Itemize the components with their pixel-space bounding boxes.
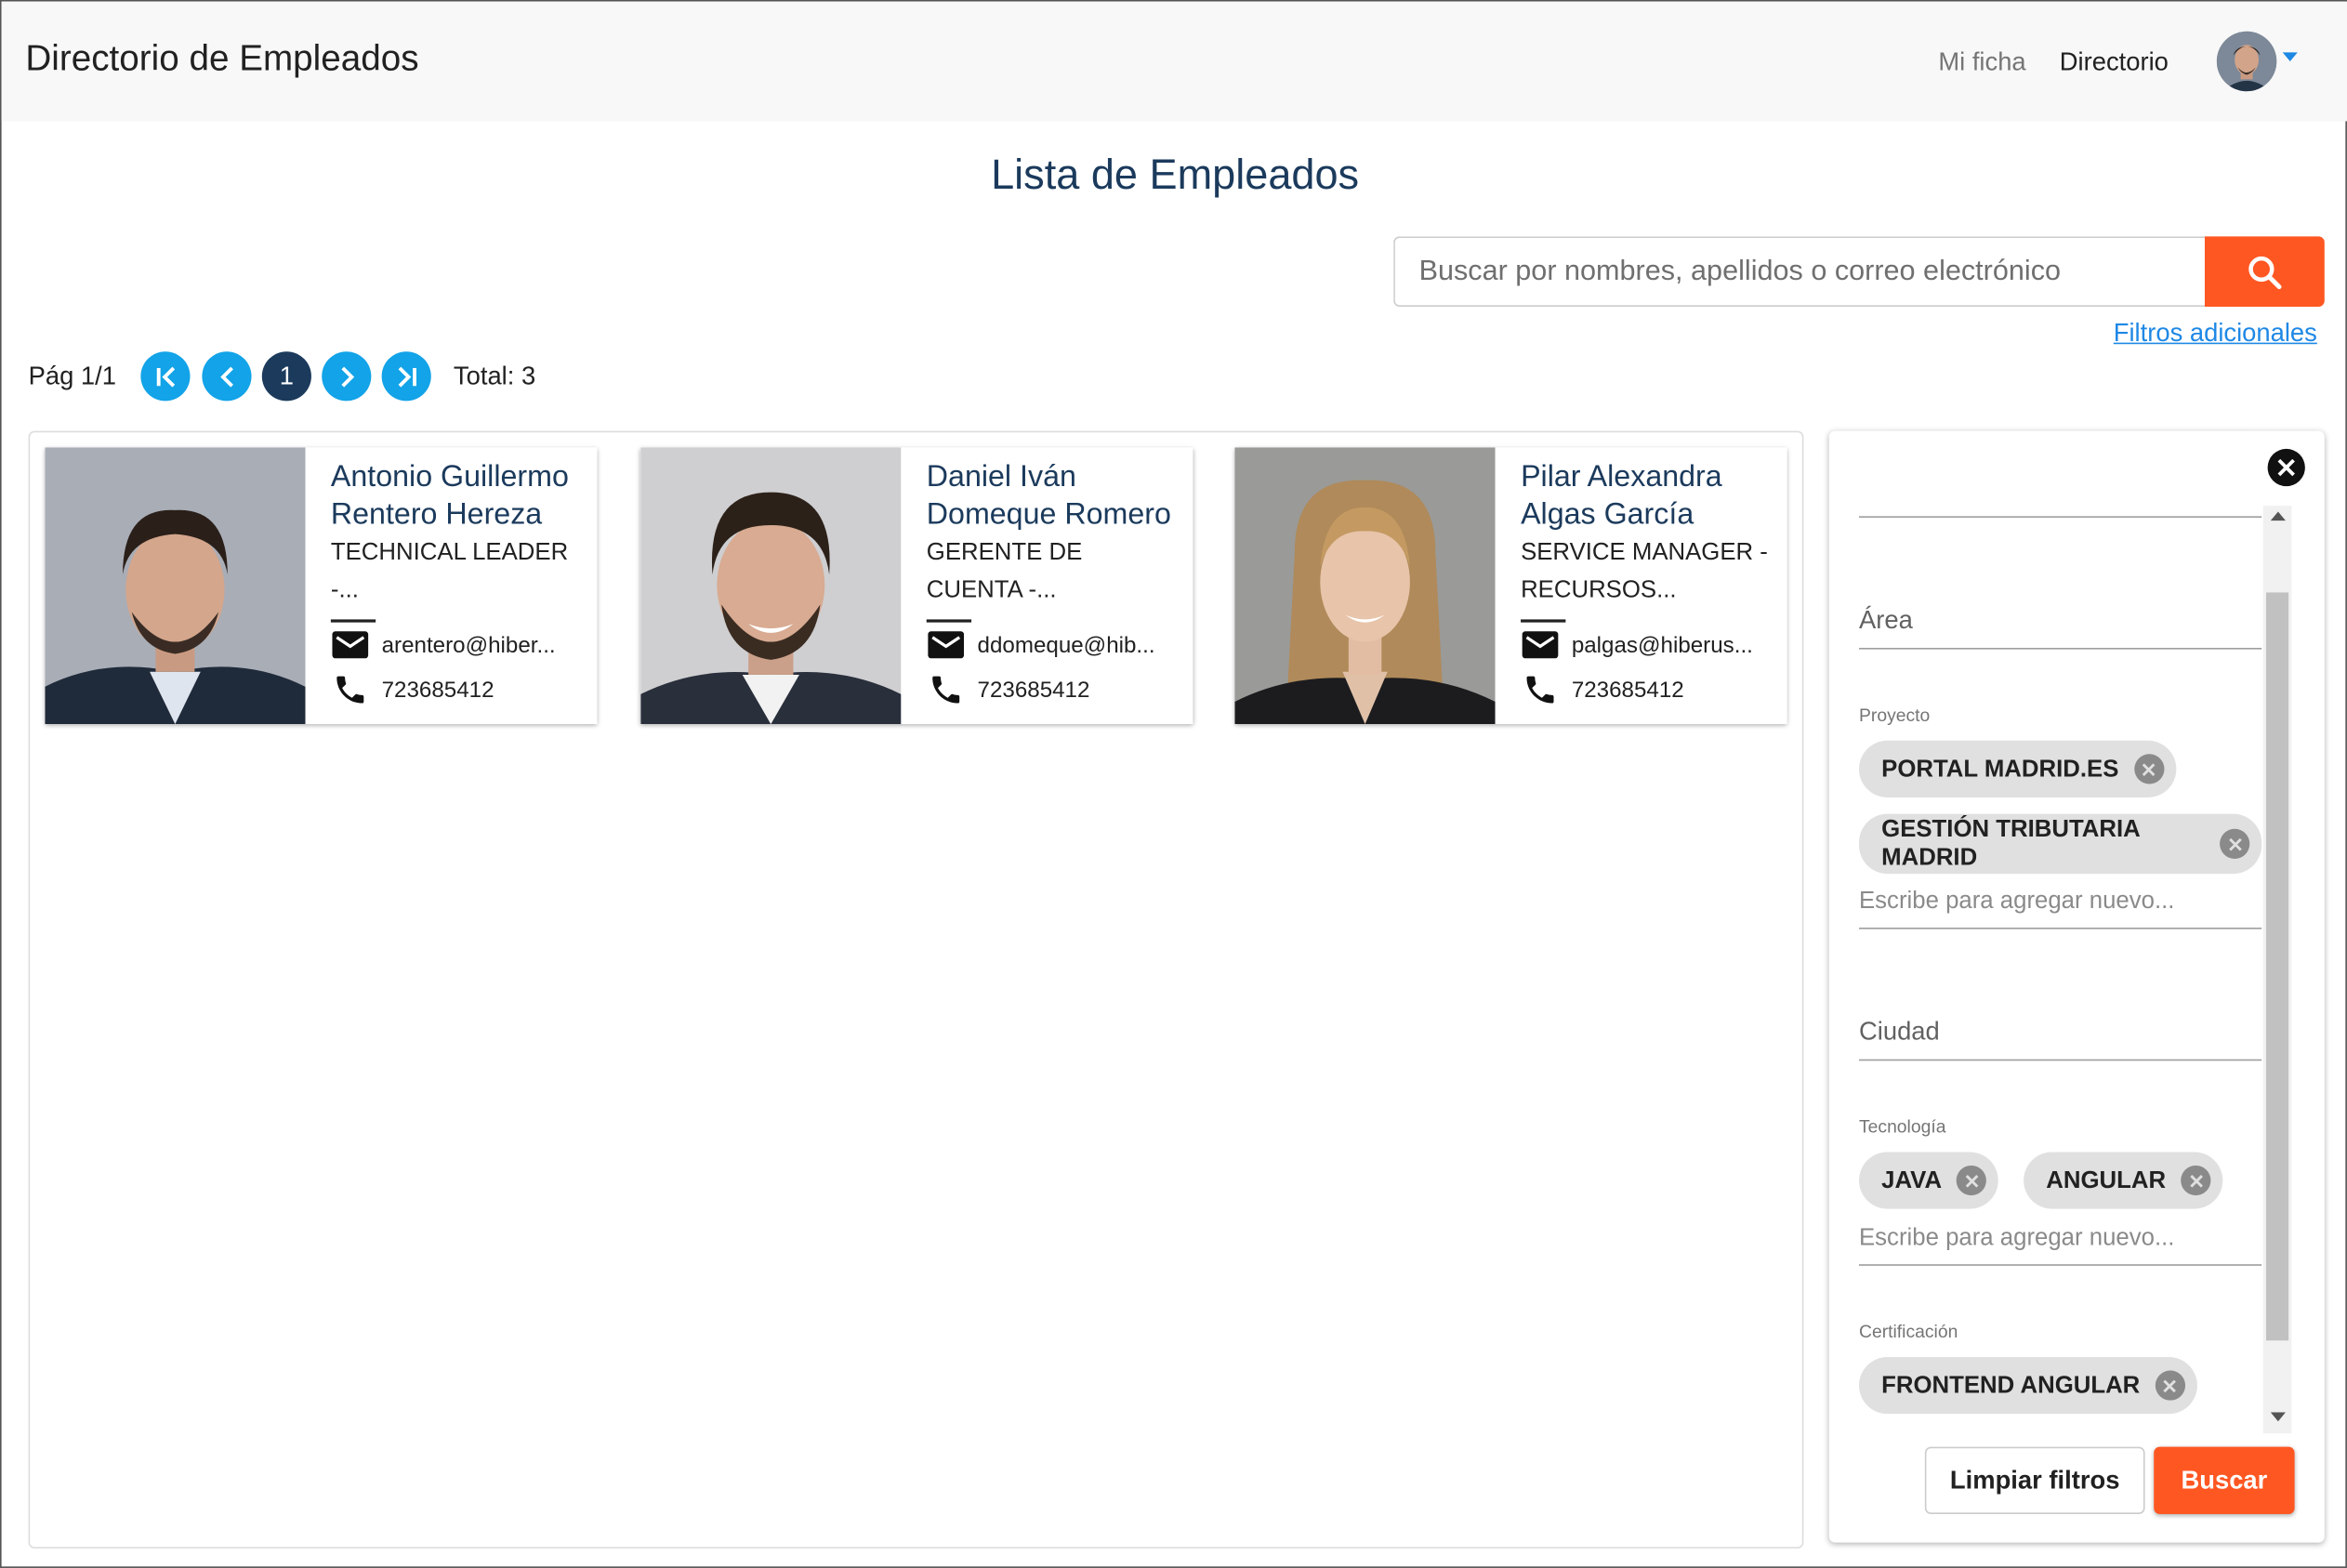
chevron-left-icon [219, 365, 233, 387]
employee-phone: 723685412 [977, 677, 1090, 703]
certification-chip[interactable]: FRONTEND ANGULAR [1858, 1356, 2197, 1415]
phone-icon [336, 676, 364, 704]
remove-chip-icon[interactable] [2220, 828, 2250, 859]
chip-label: GESTIÓN TRIBUTARIA MADRID [1881, 816, 2140, 871]
employee-role: GERENTE DE CUENTA -... [926, 540, 1083, 603]
employee-name[interactable]: Pilar Alexandra Algas García [1521, 459, 1775, 534]
city-field[interactable]: Ciudad [1859, 1018, 1940, 1048]
scroll-thumb[interactable] [2265, 592, 2289, 1341]
app-window: Directorio de Empleados Mi ficha Directo… [0, 0, 2347, 1568]
filters-scroll-area[interactable]: Área Proyecto PORTAL MADRID.ES GESTIÓN T… [1829, 491, 2293, 1418]
employee-name[interactable]: Daniel Iván Domeque Romero [927, 459, 1181, 534]
employee-role: TECHNICAL LEADER -... [330, 540, 569, 603]
scroll-down-icon[interactable] [2270, 1412, 2286, 1422]
area-field[interactable]: Área [1859, 606, 1913, 636]
employee-card[interactable]: Daniel Iván Domeque Romero GERENTE DE CU… [640, 447, 1193, 725]
employee-email: arentero@hiber... [381, 632, 556, 658]
remove-chip-icon[interactable] [1957, 1165, 1987, 1196]
employee-card[interactable]: Antonio Guillermo Rentero Hereza TECHNIC… [45, 447, 598, 725]
chevron-right-icon [340, 365, 354, 387]
employee-phone: 723685412 [1571, 677, 1684, 703]
search-input[interactable] [1393, 236, 2207, 307]
top-navbar: Directorio de Empleados Mi ficha Directo… [1, 1, 2347, 122]
employee-card[interactable]: Pilar Alexandra Algas García SERVICE MAN… [1234, 447, 1787, 725]
last-page-button[interactable] [381, 351, 431, 402]
search-button[interactable] [2204, 236, 2325, 307]
employee-phone: 723685412 [381, 677, 494, 703]
field-underline [1858, 516, 2262, 518]
employee-phone-row[interactable]: 723685412 [1521, 667, 1775, 712]
chip-label: PORTAL MADRID.ES [1881, 756, 2119, 783]
email-icon [928, 631, 965, 659]
technology-chip[interactable]: JAVA [1858, 1152, 1999, 1209]
remove-chip-icon[interactable] [2155, 1370, 2185, 1401]
email-icon [332, 631, 369, 659]
phone-icon [932, 676, 960, 704]
employee-phone-row[interactable]: 723685412 [331, 667, 586, 712]
technology-add-input[interactable]: Escribe para agregar nuevo... [1859, 1225, 2174, 1252]
employee-email: ddomeque@hib... [977, 632, 1155, 658]
search-icon [2248, 256, 2282, 289]
chip-label: ANGULAR [2046, 1167, 2167, 1193]
user-menu-caret-icon[interactable] [2282, 52, 2298, 61]
apply-search-button[interactable]: Buscar [2154, 1446, 2295, 1515]
technology-caption: Tecnología [1858, 1115, 1946, 1138]
current-page-button[interactable]: 1 [261, 351, 311, 402]
employee-role: SERVICE MANAGER - RECURSOS... [1521, 540, 1768, 603]
clear-filters-button[interactable]: Limpiar filtros [1924, 1446, 2145, 1515]
employee-email-row[interactable]: palgas@hiberus... [1521, 623, 1775, 667]
last-page-icon [397, 365, 416, 387]
certification-caption: Certificación [1858, 1321, 1958, 1342]
project-caption: Proyecto [1858, 705, 1931, 726]
project-chip[interactable]: PORTAL MADRID.ES [1858, 740, 2176, 797]
employee-email: palgas@hiberus... [1571, 632, 1753, 658]
employee-photo [640, 447, 902, 725]
nav-my-file-link[interactable]: Mi ficha [1938, 48, 2025, 78]
employee-photo [1234, 447, 1496, 725]
additional-filters-link[interactable]: Filtros adicionales [2114, 319, 2317, 349]
avatar-portrait-icon [2216, 31, 2277, 92]
app-title: Directorio de Empleados [25, 38, 419, 80]
page-info: Pág 1/1 [28, 362, 116, 391]
field-underline [1858, 1059, 2262, 1061]
field-underline [1858, 928, 2262, 929]
employee-email-row[interactable]: arentero@hiber... [331, 623, 586, 667]
remove-chip-icon[interactable] [2133, 754, 2164, 784]
first-page-icon [155, 365, 175, 387]
close-icon [2277, 458, 2295, 477]
project-add-input[interactable]: Escribe para agregar nuevo... [1859, 889, 2174, 916]
employee-phone-row[interactable]: 723685412 [927, 667, 1181, 712]
email-icon [1522, 631, 1559, 659]
user-avatar[interactable] [2216, 31, 2277, 92]
filters-panel: Área Proyecto PORTAL MADRID.ES GESTIÓN T… [1828, 430, 2325, 1543]
nav-directory-link[interactable]: Directorio [2060, 48, 2169, 78]
technology-chip[interactable]: ANGULAR [2024, 1152, 2223, 1209]
close-filters-button[interactable] [2267, 448, 2305, 487]
total-count: Total: 3 [453, 362, 536, 391]
phone-icon [1526, 676, 1554, 704]
chip-label: JAVA [1881, 1167, 1943, 1193]
field-underline [1858, 1264, 2262, 1266]
next-page-button[interactable] [322, 351, 372, 402]
first-page-button[interactable] [140, 351, 191, 402]
remove-chip-icon[interactable] [2181, 1165, 2211, 1196]
chip-label: FRONTEND ANGULAR [1881, 1372, 2141, 1399]
project-chip[interactable]: GESTIÓN TRIBUTARIA MADRID [1858, 813, 2262, 875]
previous-page-button[interactable] [202, 351, 252, 402]
filters-scrollbar[interactable] [2262, 506, 2292, 1434]
page-title: Lista de Empleados [991, 151, 1360, 198]
employee-email-row[interactable]: ddomeque@hib... [927, 623, 1181, 667]
employee-name[interactable]: Antonio Guillermo Rentero Hereza [331, 459, 586, 534]
field-underline [1858, 648, 2262, 650]
scroll-up-icon[interactable] [2270, 511, 2286, 521]
employee-photo [45, 447, 306, 725]
